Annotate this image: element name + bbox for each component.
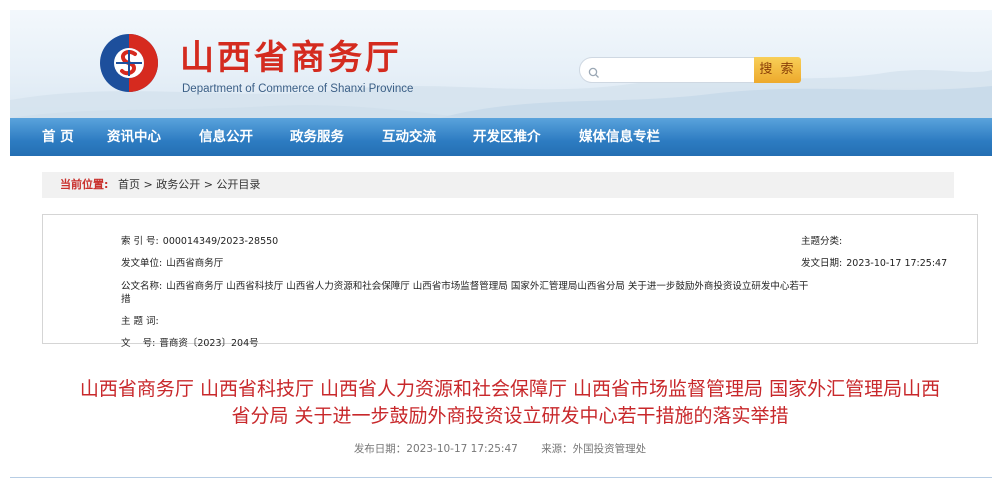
info-keywords: 主 题 词: xyxy=(121,313,160,327)
info-category-key: 主题分类: xyxy=(801,236,843,247)
info-category: 主题分类: xyxy=(801,233,843,247)
nav-interaction[interactable]: 互动交流 xyxy=(382,118,436,156)
info-index-value: 000014349/2023-28550 xyxy=(162,236,279,247)
info-doc-name-value: 山西省商务厅 山西省科技厅 山西省人力资源和社会保障厅 山西省市场监督管理局 国… xyxy=(166,281,809,292)
publish-date: 发布日期：2023-10-17 17:25:47 xyxy=(353,443,518,455)
commerce-emblem-icon xyxy=(98,32,160,94)
search-input[interactable] xyxy=(604,61,753,81)
content-divider xyxy=(10,477,992,478)
nav-media-column[interactable]: 媒体信息专栏 xyxy=(579,118,660,156)
info-keywords-key: 主 题 词: xyxy=(121,316,159,327)
info-doc-name-continued: 措 xyxy=(121,294,131,305)
document-title-line-2: 省分局 关于进一步鼓励外商投资设立研发中心若干措施的落实举措 xyxy=(231,405,789,427)
nav-info-disclosure[interactable]: 信息公开 xyxy=(199,118,253,156)
info-index: 索 引 号: 000014349/2023-28550 xyxy=(121,233,278,247)
info-issuer-value: 山西省商务厅 xyxy=(166,258,224,269)
info-issuer-key: 发文单位: xyxy=(121,258,163,269)
site-header: 山西省商务厅 Department of Commerce of Shanxi … xyxy=(10,10,992,118)
search-box[interactable] xyxy=(579,57,755,83)
main-nav: 首 页 资讯中心 信息公开 政务服务 互动交流 开发区推介 媒体信息专栏 xyxy=(10,118,992,156)
info-date-key: 发文日期: xyxy=(801,258,843,269)
document-meta: 发布日期：2023-10-17 17:25:47 来源：外国投资管理处 xyxy=(0,441,1000,456)
search-button[interactable]: 搜 索 xyxy=(754,57,801,83)
info-docnum-value: 晋商资〔2023〕204号 xyxy=(159,338,259,349)
nav-home[interactable]: 首 页 xyxy=(42,118,74,156)
site-title: 山西省商务厅 xyxy=(180,38,402,78)
breadcrumb-label: 当前位置: xyxy=(60,178,109,191)
nav-gov-services[interactable]: 政务服务 xyxy=(290,118,344,156)
info-doc-name: 公文名称: 山西省商务厅 山西省科技厅 山西省人力资源和社会保障厅 山西省市场监… xyxy=(121,278,973,292)
document-source: 来源：外国投资管理处 xyxy=(541,443,647,455)
nav-dev-zones[interactable]: 开发区推介 xyxy=(473,118,541,156)
info-docnum-key: 文 号: xyxy=(121,338,156,349)
document-info-panel: 索 引 号: 000014349/2023-28550 主题分类: 发文单位: … xyxy=(42,214,978,349)
document-title: 山西省商务厅 山西省科技厅 山西省人力资源和社会保障厅 山西省市场监督管理局 国… xyxy=(40,376,980,430)
document-title-line-1: 山西省商务厅 山西省科技厅 山西省人力资源和社会保障厅 山西省市场监督管理局 国… xyxy=(79,378,941,400)
info-docnum: 文 号: 晋商资〔2023〕204号 xyxy=(121,335,259,349)
info-index-key: 索 引 号: xyxy=(121,236,159,247)
nav-news-center[interactable]: 资讯中心 xyxy=(107,118,161,156)
info-date-value: 2023-10-17 17:25:47 xyxy=(846,258,948,269)
breadcrumb-path[interactable]: 首页 > 政务公开 > 公开目录 xyxy=(118,172,260,198)
site-subtitle: Department of Commerce of Shanxi Provinc… xyxy=(182,83,414,95)
info-date: 发文日期: 2023-10-17 17:25:47 xyxy=(801,255,947,269)
breadcrumb: 当前位置: 首页 > 政务公开 > 公开目录 xyxy=(42,172,954,198)
info-issuer: 发文单位: 山西省商务厅 xyxy=(121,255,223,269)
search-icon xyxy=(588,64,600,83)
